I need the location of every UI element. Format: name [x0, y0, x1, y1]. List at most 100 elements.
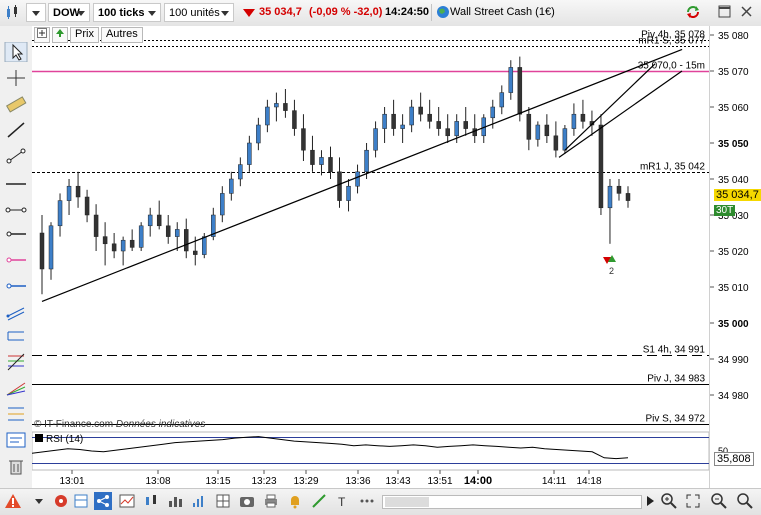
settings-icon[interactable] [52, 492, 70, 510]
volume-icon[interactable] [190, 492, 208, 510]
candle-body [93, 214, 99, 237]
parallel-tool-icon[interactable] [4, 326, 28, 346]
rsi-value-tag: 35,808 [714, 452, 754, 466]
chart-type-icon[interactable] [4, 3, 22, 21]
dropdown-arrow-icon[interactable] [30, 492, 48, 510]
ray-tool-icon[interactable] [4, 224, 28, 244]
delete-tool-icon[interactable] [4, 456, 28, 476]
quote-time: 14:24:50 [385, 6, 430, 18]
candle-body [454, 121, 459, 137]
trendline [41, 48, 683, 302]
channel-tool-icon[interactable] [4, 302, 28, 322]
indicator-tabs: Prix Autres [34, 27, 145, 43]
text-icon[interactable]: T [334, 492, 352, 510]
y-tick-label: 35 010 [718, 283, 749, 294]
units-dropdown[interactable]: 100 unités [164, 3, 234, 22]
camera-icon[interactable] [238, 492, 256, 510]
horizontal-line-tool-icon[interactable] [4, 174, 28, 194]
trendline [564, 63, 656, 151]
last-price: 35 034,7 [259, 6, 302, 18]
chart-mode-dropdown[interactable] [26, 3, 46, 22]
zoom-reset-icon[interactable] [736, 492, 754, 510]
level-label: Piv J, 34 983 [647, 374, 705, 385]
draw-icon[interactable] [310, 492, 328, 510]
crosshair-tool-icon[interactable] [4, 68, 28, 88]
trendline-tool-icon[interactable] [4, 120, 28, 140]
x-tick-label: 14:00 [464, 475, 492, 487]
bell-icon[interactable] [286, 492, 304, 510]
candle-body [292, 110, 297, 129]
y-tick-label: 35 050 [718, 139, 749, 150]
tab-autres[interactable]: Autres [100, 27, 143, 43]
horizontal-segment-tool-icon[interactable] [4, 200, 28, 220]
candle-body [111, 243, 117, 252]
candles-icon[interactable] [142, 492, 160, 510]
interval-dropdown[interactable]: 100 ticks [93, 3, 161, 22]
candle-body [427, 113, 432, 122]
more-icon[interactable] [358, 492, 376, 510]
x-tick-label: 14:18 [576, 476, 601, 487]
scrollbar-thumb[interactable] [385, 497, 429, 507]
candle-body [418, 106, 423, 115]
candle-body [274, 103, 279, 108]
candle-body [517, 67, 523, 115]
horizontal-scrollbar[interactable] [382, 495, 642, 509]
segment-tool-icon[interactable] [4, 146, 28, 166]
price-chart[interactable]: Piv 4h, 35 078mR1 S, 35 07735 070,0 - 15… [32, 26, 709, 488]
grid-icon[interactable] [214, 492, 232, 510]
fib-retracement-tool-icon[interactable] [4, 404, 28, 424]
zoom-in-icon[interactable] [660, 492, 678, 510]
blue-level-tool-icon[interactable] [4, 276, 28, 296]
x-tick-label: 13:36 [345, 476, 370, 487]
top-toolbar: DOW 100 ticks 100 unités 35 034,7 (-0,09… [0, 0, 761, 27]
svg-text:T: T [338, 495, 346, 509]
scroll-right-icon[interactable] [641, 492, 659, 510]
chart-area[interactable]: Piv 4h, 35 078 mR1 S, 35 077 35 070,0 - 15… [32, 26, 709, 488]
zoom-out-icon[interactable] [710, 492, 728, 510]
candle-body [120, 239, 126, 252]
symbol-dropdown[interactable]: DOW [48, 3, 90, 22]
layout-icon[interactable] [72, 492, 90, 510]
ruler-tool-icon[interactable] [4, 94, 28, 114]
add-indicator-button[interactable] [34, 27, 50, 43]
candle-body [445, 128, 450, 137]
x-tick-label: 13:43 [385, 476, 410, 487]
pink-level-tool-icon[interactable] [4, 250, 28, 270]
bottom-toolbar: T [0, 488, 761, 515]
close-icon[interactable] [738, 3, 756, 21]
y-tick-label: 35 000 [718, 319, 749, 330]
tab-prix[interactable]: Prix [70, 27, 99, 43]
level-label: mR1 J, 35 042 [640, 162, 705, 173]
indicator-icon[interactable] [118, 492, 136, 510]
print-icon[interactable] [262, 492, 280, 510]
candle-body [391, 113, 396, 129]
price-axis[interactable]: 35 080 35 070 35 060 35 050 35 040 35 030 35 0… [709, 26, 761, 488]
x-tick-label: 13:01 [59, 476, 84, 487]
maximize-icon[interactable] [716, 3, 734, 21]
candle-body [39, 232, 45, 270]
add-icon [37, 28, 47, 38]
candle-body [346, 185, 351, 201]
refresh-icon[interactable] [684, 3, 702, 21]
candle-body [48, 225, 54, 270]
candle-body [571, 113, 577, 129]
text-tool-icon[interactable] [4, 430, 28, 450]
candle-body [337, 171, 342, 201]
candle-body [310, 149, 315, 165]
y-tick-label: 35 080 [718, 31, 749, 42]
candle-body [607, 185, 613, 209]
candle-body [202, 236, 207, 255]
candle-body [508, 67, 514, 93]
cursor-tool-icon[interactable] [4, 42, 28, 62]
indicator-flag-button[interactable] [52, 27, 68, 43]
candle-body [436, 121, 441, 129]
fibonacci-tool-icon[interactable] [4, 352, 28, 372]
zoom-fit-icon[interactable] [684, 492, 702, 510]
fib-fan-tool-icon[interactable] [4, 378, 28, 398]
bars-icon[interactable] [166, 492, 184, 510]
alert-icon[interactable] [4, 492, 22, 510]
y-tick-label: 35 020 [718, 247, 749, 258]
y-tick-label: 34 990 [718, 355, 749, 366]
candle-body [84, 196, 90, 216]
share-icon[interactable] [94, 492, 112, 510]
